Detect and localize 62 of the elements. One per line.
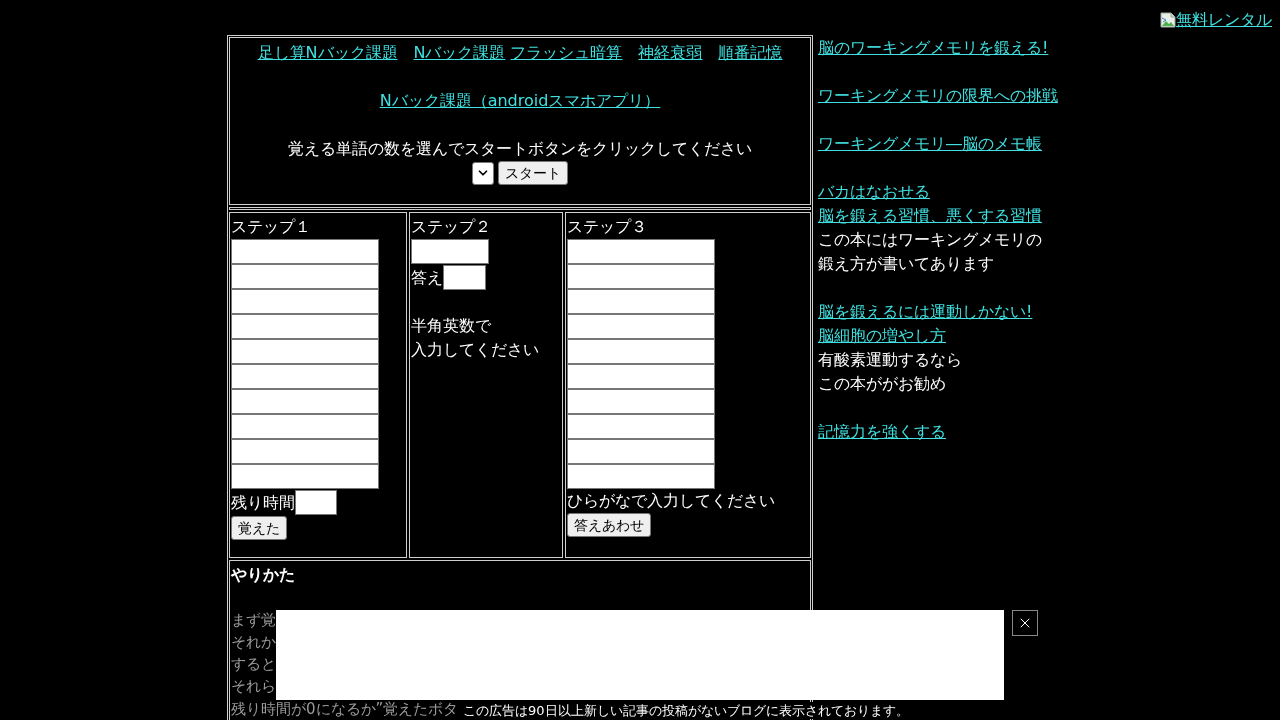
- app-link[interactable]: Nバック課題（androidスマホアプリ）: [379, 89, 661, 113]
- sidebar-link[interactable]: ワーキングメモリ―脳のメモ帳: [818, 132, 1042, 156]
- nav-link[interactable]: フラッシュ暗算: [510, 41, 623, 65]
- word-input-field[interactable]: [231, 364, 379, 389]
- word-input-field[interactable]: [231, 439, 379, 464]
- nav-link[interactable]: Nバック課題: [413, 41, 506, 65]
- explanation-line: それか: [231, 632, 276, 653]
- memorized-button[interactable]: 覚えた: [231, 516, 287, 540]
- word-input-field[interactable]: [231, 414, 379, 439]
- sidebar-link[interactable]: 脳のワーキングメモリを鍛える!: [818, 36, 1049, 60]
- explanation-line: すると: [231, 654, 276, 675]
- sidebar-text: 有酸素運動するなら: [818, 349, 962, 371]
- word-input-field[interactable]: [567, 339, 715, 364]
- word-input-field[interactable]: [567, 364, 715, 389]
- word-input-field[interactable]: [231, 339, 379, 364]
- explanation-line: まず覚: [231, 610, 276, 631]
- word-input-field[interactable]: [567, 314, 715, 339]
- sidebar-text: この本にはワーキングメモリの: [818, 229, 1042, 251]
- nav-link[interactable]: 足し算Nバック課題: [257, 41, 398, 65]
- explanation-line: 残り時間が0になるか”覚えたボタ: [231, 699, 459, 720]
- sidebar-link[interactable]: 脳を鍛えるには運動しかない!: [818, 300, 1033, 324]
- word-input-field[interactable]: [567, 389, 715, 414]
- nav-link[interactable]: 順番記憶: [718, 41, 783, 65]
- word-input-field[interactable]: [567, 264, 715, 289]
- word-input-field[interactable]: [567, 414, 715, 439]
- word-input-field[interactable]: [231, 239, 379, 264]
- answer-label: 答え: [411, 266, 443, 289]
- word-input-field[interactable]: [231, 289, 379, 314]
- word-input-field[interactable]: [231, 264, 379, 289]
- sidebar-link[interactable]: 記憶力を強くする: [818, 420, 946, 444]
- word-input-field[interactable]: [231, 464, 379, 489]
- sidebar-link[interactable]: 脳細胞の増やし方: [818, 324, 946, 348]
- hint-text: ひらがなで入力してください: [567, 490, 775, 512]
- hint-text: 半角英数で 入力してください: [411, 315, 539, 361]
- word-input-field[interactable]: [231, 314, 379, 339]
- answer-field[interactable]: [443, 265, 486, 290]
- explanation-line: それら: [231, 676, 276, 697]
- answer-input-field[interactable]: [411, 239, 489, 264]
- step-title: ステップ１: [231, 216, 311, 238]
- sidebar-text: 鍛え方が書いてあります: [818, 253, 994, 275]
- instruction-text: 覚える単語の数を選んでスタートボタンをクリックしてください: [288, 138, 752, 160]
- sidebar-link[interactable]: バカはなおせる: [818, 180, 930, 204]
- word-count-dropdown[interactable]: [472, 161, 494, 185]
- timer-label: 残り時間: [231, 491, 295, 514]
- broken-image-icon: [1160, 12, 1176, 28]
- section-title: やりかた: [231, 564, 295, 586]
- nav-link[interactable]: 神経衰弱: [638, 41, 703, 65]
- sidebar-link[interactable]: 脳を鍛える習慣、悪くする習慣: [818, 204, 1042, 228]
- sidebar-link[interactable]: ワーキングメモリの限界への挑戦: [818, 84, 1058, 108]
- word-input-field[interactable]: [567, 439, 715, 464]
- start-button[interactable]: スタート: [498, 161, 568, 185]
- check-answers-button[interactable]: 答えあわせ: [567, 513, 651, 537]
- word-input-field[interactable]: [231, 389, 379, 414]
- word-input-field[interactable]: [567, 464, 715, 489]
- step-title: ステップ３: [567, 216, 647, 238]
- close-button[interactable]: [1012, 610, 1038, 636]
- sidebar-text: この本ががお勧め: [818, 373, 946, 395]
- step-title: ステップ２: [411, 216, 491, 238]
- word-input-field[interactable]: [567, 289, 715, 314]
- rental-link[interactable]: 無料レンタル: [1176, 8, 1272, 32]
- word-input-field[interactable]: [567, 239, 715, 264]
- timer-field[interactable]: [295, 490, 337, 515]
